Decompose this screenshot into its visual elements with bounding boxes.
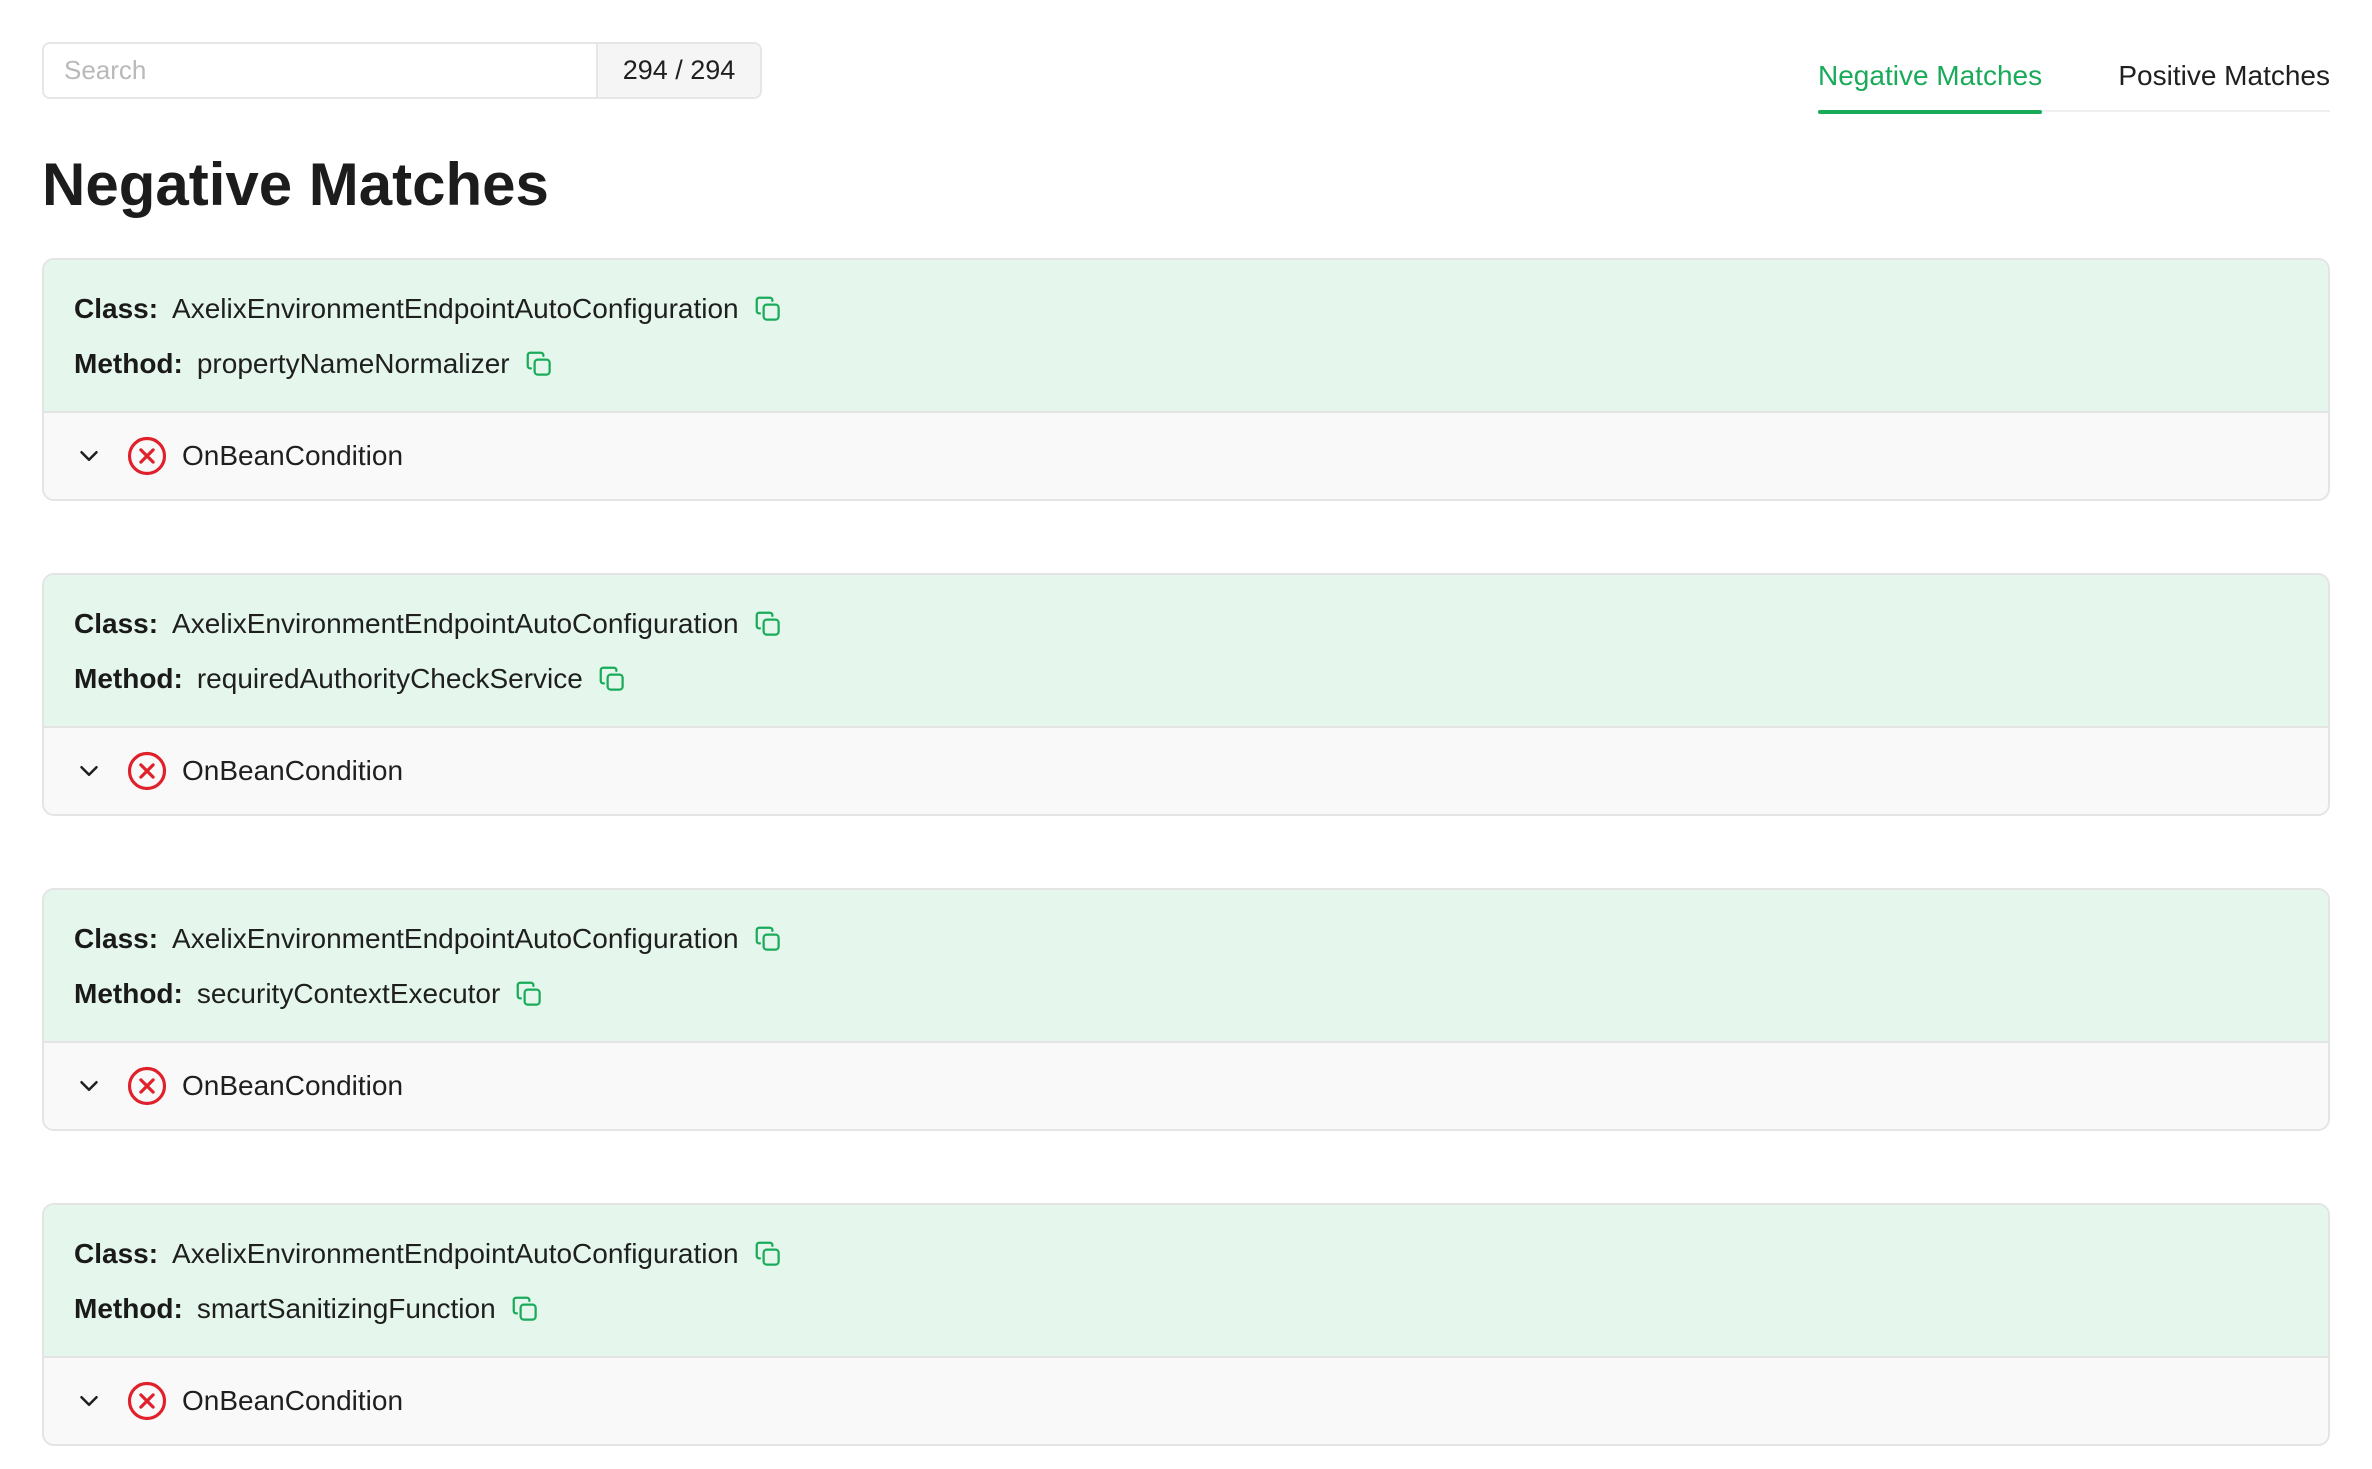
method-row: Method: propertyNameNormalizer — [74, 345, 2298, 383]
condition-name: OnBeanCondition — [182, 755, 404, 786]
match-card-header: Class: AxelixEnvironmentEndpointAutoConf… — [44, 1205, 2328, 1358]
chevron-down-icon[interactable] — [74, 1386, 104, 1416]
class-value: AxelixEnvironmentEndpointAutoConfigurati… — [172, 923, 739, 954]
match-card: Class: AxelixEnvironmentEndpointAutoConf… — [42, 888, 2330, 1131]
class-row: Class: AxelixEnvironmentEndpointAutoConf… — [74, 290, 2298, 328]
copy-icon[interactable] — [753, 609, 783, 639]
method-label: Method: — [74, 663, 183, 694]
match-card-header: Class: AxelixEnvironmentEndpointAutoConf… — [44, 575, 2328, 728]
method-label: Method: — [74, 348, 183, 379]
chevron-down-icon[interactable] — [74, 756, 104, 786]
class-row: Class: AxelixEnvironmentEndpointAutoConf… — [74, 920, 2298, 958]
match-card: Class: AxelixEnvironmentEndpointAutoConf… — [42, 258, 2330, 501]
class-value: AxelixEnvironmentEndpointAutoConfigurati… — [172, 293, 739, 324]
method-value: securityContextExecutor — [196, 978, 501, 1009]
match-card-header: Class: AxelixEnvironmentEndpointAutoConf… — [44, 890, 2328, 1043]
tab-positive-matches[interactable]: Positive Matches — [2118, 42, 2330, 112]
x-circle-icon — [126, 1065, 168, 1107]
tab-bar: Negative Matches Positive Matches — [1818, 42, 2330, 114]
search-result-count: 294 / 294 — [596, 44, 760, 97]
condition-row: OnBeanCondition — [44, 413, 2328, 499]
class-value: AxelixEnvironmentEndpointAutoConfigurati… — [172, 608, 739, 639]
x-circle-icon — [126, 750, 168, 792]
search-box: 294 / 294 — [42, 42, 762, 99]
copy-icon[interactable] — [597, 664, 627, 694]
copy-icon[interactable] — [753, 1239, 783, 1269]
class-label: Class: — [74, 608, 159, 639]
condition-name: OnBeanCondition — [182, 1385, 404, 1416]
condition-row: OnBeanCondition — [44, 1358, 2328, 1444]
class-label: Class: — [74, 1238, 159, 1269]
chevron-down-icon[interactable] — [74, 1071, 104, 1101]
class-row: Class: AxelixEnvironmentEndpointAutoConf… — [74, 1235, 2298, 1273]
condition-name: OnBeanCondition — [182, 440, 404, 471]
copy-icon[interactable] — [524, 349, 554, 379]
class-row: Class: AxelixEnvironmentEndpointAutoConf… — [74, 605, 2298, 643]
copy-icon[interactable] — [510, 1294, 540, 1324]
method-value: smartSanitizingFunction — [196, 1293, 496, 1324]
match-card: Class: AxelixEnvironmentEndpointAutoConf… — [42, 1203, 2330, 1446]
x-circle-icon — [126, 435, 168, 477]
method-label: Method: — [74, 1293, 183, 1324]
condition-row: OnBeanCondition — [44, 728, 2328, 814]
match-list: Class: AxelixEnvironmentEndpointAutoConf… — [42, 258, 2330, 1469]
class-label: Class: — [74, 923, 159, 954]
method-row: Method: securityContextExecutor — [74, 975, 2298, 1013]
class-value: AxelixEnvironmentEndpointAutoConfigurati… — [172, 1238, 739, 1269]
copy-icon[interactable] — [514, 979, 544, 1009]
search-input[interactable] — [44, 44, 596, 97]
copy-icon[interactable] — [753, 924, 783, 954]
method-label: Method: — [74, 978, 183, 1009]
method-row: Method: smartSanitizingFunction — [74, 1290, 2298, 1328]
chevron-down-icon[interactable] — [74, 441, 104, 471]
method-value: propertyNameNormalizer — [196, 348, 510, 379]
tab-negative-matches[interactable]: Negative Matches — [1818, 42, 2043, 114]
method-row: Method: requiredAuthorityCheckService — [74, 660, 2298, 698]
match-card-header: Class: AxelixEnvironmentEndpointAutoConf… — [44, 260, 2328, 413]
match-card: Class: AxelixEnvironmentEndpointAutoConf… — [42, 573, 2330, 816]
x-circle-icon — [126, 1380, 168, 1422]
copy-icon[interactable] — [753, 294, 783, 324]
class-label: Class: — [74, 293, 159, 324]
method-value: requiredAuthorityCheckService — [196, 663, 583, 694]
condition-row: OnBeanCondition — [44, 1043, 2328, 1129]
condition-name: OnBeanCondition — [182, 1070, 404, 1101]
page-title: Negative Matches — [42, 151, 549, 218]
